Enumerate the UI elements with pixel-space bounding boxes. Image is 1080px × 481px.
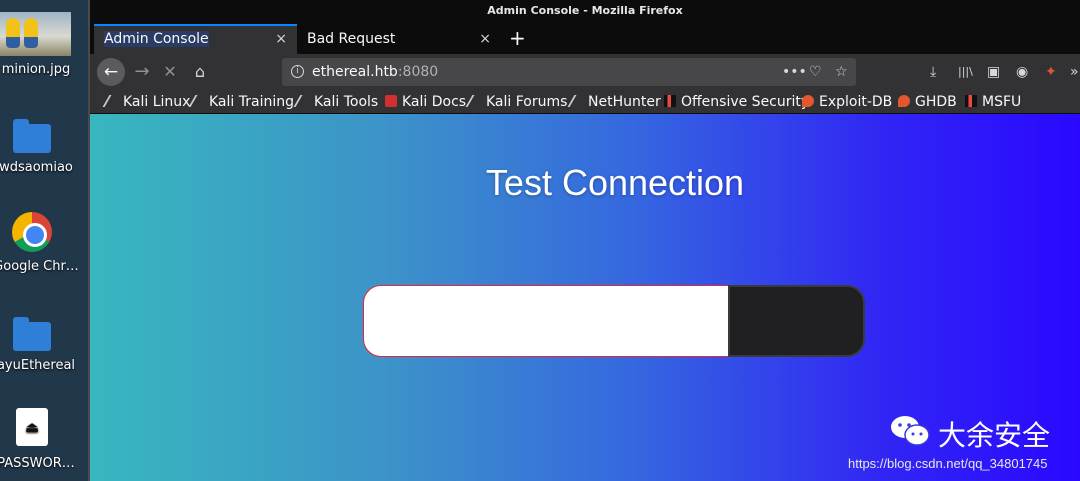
desktop-icon-chrome[interactable]: Google Chr…: [0, 212, 88, 282]
bookmark-exploit-db[interactable]: Exploit-DB: [802, 90, 892, 114]
wechat-icon: [891, 416, 930, 446]
info-icon[interactable]: i: [291, 65, 304, 78]
bookmark-star-icon[interactable]: ☆: [835, 58, 848, 86]
close-icon[interactable]: ×: [479, 24, 491, 54]
url-text: ethereal.htb:8080: [312, 64, 439, 80]
bookmark-nethunter[interactable]: NetHunter: [567, 90, 661, 114]
page-actions-icon[interactable]: •••: [782, 58, 807, 86]
kali-dragon-icon: [188, 95, 208, 107]
offsec-icon: [965, 95, 977, 107]
bookmark-ghdb[interactable]: GHDB: [898, 90, 957, 114]
new-tab-button[interactable]: +: [509, 24, 529, 54]
tab-label: Bad Request: [307, 31, 396, 47]
tab-label: Admin Console: [104, 31, 209, 47]
kali-dragon-icon: [465, 95, 485, 107]
overflow-icon[interactable]: »: [1070, 58, 1079, 86]
watermark-url: https://blog.csdn.net/qq_34801745: [848, 456, 1048, 471]
bookmark-msfu[interactable]: MSFU: [965, 90, 1021, 114]
account-icon[interactable]: ◉: [1016, 58, 1028, 86]
extension-icon[interactable]: ✦: [1045, 58, 1057, 86]
kali-dragon-icon: [293, 95, 313, 107]
connection-input[interactable]: [363, 285, 729, 357]
pocket-icon[interactable]: ♡: [809, 58, 822, 86]
kali-dragon-icon: [567, 95, 587, 107]
watermark-brand: 大余安全: [938, 419, 1051, 452]
bookmark-kali-linux[interactable]: Kali Linux: [102, 90, 190, 114]
tab-strip: Admin Console × Bad Request × +: [90, 22, 1080, 54]
url-bar[interactable]: i ethereal.htb:8080 ••• ♡ ☆: [282, 58, 856, 86]
back-button[interactable]: ←: [97, 58, 125, 86]
bookmark-kali-training[interactable]: Kali Training: [188, 90, 294, 114]
firefox-window: Admin Console - Mozilla Firefox Admin Co…: [90, 0, 1080, 481]
bookmark-kali-docs[interactable]: Kali Docs: [385, 90, 466, 114]
test-connection-button[interactable]: [728, 285, 865, 357]
kali-dragon-icon: [102, 95, 122, 107]
desktop-icon-ayuethereal[interactable]: ayuEthereal: [0, 317, 88, 388]
desktop-icon-label: minion.jpg: [1, 62, 71, 77]
forward-button[interactable]: →: [131, 58, 153, 86]
bookmarks-toolbar: Kali Linux Kali Training Kali Tools Kali…: [90, 90, 1080, 114]
bookmark-kali-forums[interactable]: Kali Forums: [465, 90, 567, 114]
desktop-icon-label: PASSWOR…: [0, 456, 75, 471]
bookmark-kali-tools[interactable]: Kali Tools: [293, 90, 378, 114]
stop-button[interactable]: ✕: [159, 58, 181, 86]
desktop-icon-minion[interactable]: minion.jpg: [0, 12, 88, 82]
home-button[interactable]: ⌂: [189, 58, 211, 86]
navigation-toolbar: ← → ✕ ⌂ i ethereal.htb:8080 ••• ♡ ☆ ⤓ ||…: [90, 54, 1080, 90]
bookmark-offensive-security[interactable]: Offensive Security: [664, 90, 809, 114]
desktop-icon-label: wdsaomiao: [0, 160, 73, 175]
page-title: Test Connection: [485, 162, 745, 203]
exploitdb-icon: [898, 95, 910, 107]
library-icon[interactable]: |||\: [958, 58, 973, 86]
tab-bad-request[interactable]: Bad Request ×: [297, 24, 501, 54]
desktop-icon-password[interactable]: ⏏ PASSWOR…: [0, 408, 88, 478]
close-icon[interactable]: ×: [275, 26, 287, 52]
folder-icon: [13, 317, 51, 351]
offsec-icon: [664, 95, 676, 107]
sidebar-icon[interactable]: ▣: [987, 58, 1000, 86]
pdf-icon: [385, 95, 397, 107]
desktop-icon-label: ayuEthereal: [0, 358, 76, 373]
tab-admin-console[interactable]: Admin Console ×: [94, 24, 297, 54]
desktop-icon-label: Google Chr…: [0, 259, 79, 274]
chrome-icon: [12, 212, 52, 252]
window-title: Admin Console - Mozilla Firefox: [90, 0, 1080, 22]
desktop-icon-wdsaomiao[interactable]: wdsaomiao: [0, 119, 88, 190]
page-content: Test Connection 大余安全 https://blog.csdn.n…: [90, 114, 1080, 481]
exploitdb-icon: [802, 95, 814, 107]
image-thumbnail-icon: [0, 12, 71, 56]
password-file-icon: ⏏: [16, 408, 48, 446]
folder-icon: [13, 119, 51, 153]
download-icon[interactable]: ⤓: [930, 58, 936, 86]
